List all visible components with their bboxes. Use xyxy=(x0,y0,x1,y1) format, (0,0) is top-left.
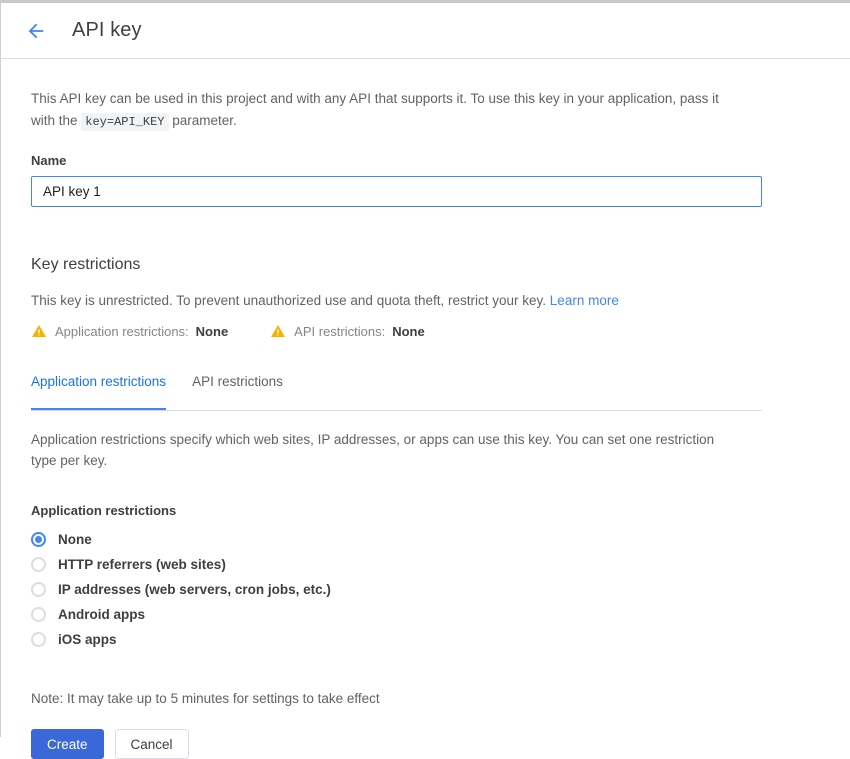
radio-button-icon xyxy=(31,632,46,647)
page-title: API key xyxy=(72,19,142,41)
tab-api-restrictions[interactable]: API restrictions xyxy=(192,372,283,411)
application-restrictions-summary-label: Application restrictions: xyxy=(55,323,189,339)
radio-option-ios-apps-label: iOS apps xyxy=(58,632,117,647)
radio-button-icon xyxy=(31,532,46,547)
application-restrictions-summary: Application restrictions: None xyxy=(31,323,228,339)
radio-option-ip-addresses-label: IP addresses (web servers, cron jobs, et… xyxy=(58,582,331,597)
page-content: This API key can be used in this project… xyxy=(1,88,850,759)
create-button[interactable]: Create xyxy=(31,729,104,759)
intro-text-after: parameter. xyxy=(168,113,237,128)
key-restrictions-description-text: This key is unrestricted. To prevent una… xyxy=(31,293,547,308)
settings-delay-note: Note: It may take up to 5 minutes for se… xyxy=(31,691,380,706)
application-restrictions-group-label: Application restrictions xyxy=(31,503,177,518)
api-restrictions-summary-label: API restrictions: xyxy=(294,323,386,339)
application-restrictions-description: Application restrictions specify which w… xyxy=(31,432,715,468)
warning-icon xyxy=(270,323,286,339)
restrictions-tabs: Application restrictions API restriction… xyxy=(31,372,762,411)
name-input[interactable] xyxy=(31,176,762,207)
header-divider xyxy=(1,58,850,59)
application-restrictions-radio-group: None HTTP referrers (web sites) IP addre… xyxy=(31,527,820,652)
radio-option-android-apps-label: Android apps xyxy=(58,607,145,622)
api-key-param-code: key=API_KEY xyxy=(81,113,169,131)
tab-api-restrictions-label: API restrictions xyxy=(192,374,283,389)
warning-icon xyxy=(31,323,47,339)
radio-option-ios-apps[interactable]: iOS apps xyxy=(31,627,820,652)
learn-more-link[interactable]: Learn more xyxy=(550,293,619,308)
radio-button-icon xyxy=(31,607,46,622)
application-restrictions-summary-value: None xyxy=(195,323,229,339)
radio-button-icon xyxy=(31,557,46,572)
radio-option-ip-addresses[interactable]: IP addresses (web servers, cron jobs, et… xyxy=(31,577,820,602)
radio-option-none[interactable]: None xyxy=(31,527,820,552)
key-restrictions-title: Key restrictions xyxy=(31,256,141,273)
page-header: API key xyxy=(1,3,850,58)
tab-list: Application restrictions API restriction… xyxy=(31,372,762,411)
radio-option-http-referrers[interactable]: HTTP referrers (web sites) xyxy=(31,552,820,577)
action-buttons: Create Cancel xyxy=(31,729,820,759)
name-label: Name xyxy=(31,153,67,168)
api-key-page: API key This API key can be used in this… xyxy=(0,0,850,759)
api-restrictions-summary: API restrictions: None xyxy=(270,323,425,339)
tab-application-restrictions-label: Application restrictions xyxy=(31,374,167,389)
key-restrictions-description: This key is unrestricted. To prevent una… xyxy=(31,291,820,311)
api-restrictions-summary-value: None xyxy=(392,323,425,339)
radio-button-icon xyxy=(31,582,46,597)
tab-application-restrictions[interactable]: Application restrictions xyxy=(31,372,167,411)
cancel-button[interactable]: Cancel xyxy=(114,729,189,759)
arrow-left-icon[interactable] xyxy=(23,18,49,44)
radio-option-none-label: None xyxy=(58,532,92,547)
radio-option-http-referrers-label: HTTP referrers (web sites) xyxy=(58,557,226,572)
restrictions-summary: Application restrictions: None API restr… xyxy=(31,323,820,339)
intro-description: This API key can be used in this project… xyxy=(31,88,743,133)
radio-option-android-apps[interactable]: Android apps xyxy=(31,602,820,627)
tabs-divider xyxy=(31,410,762,411)
